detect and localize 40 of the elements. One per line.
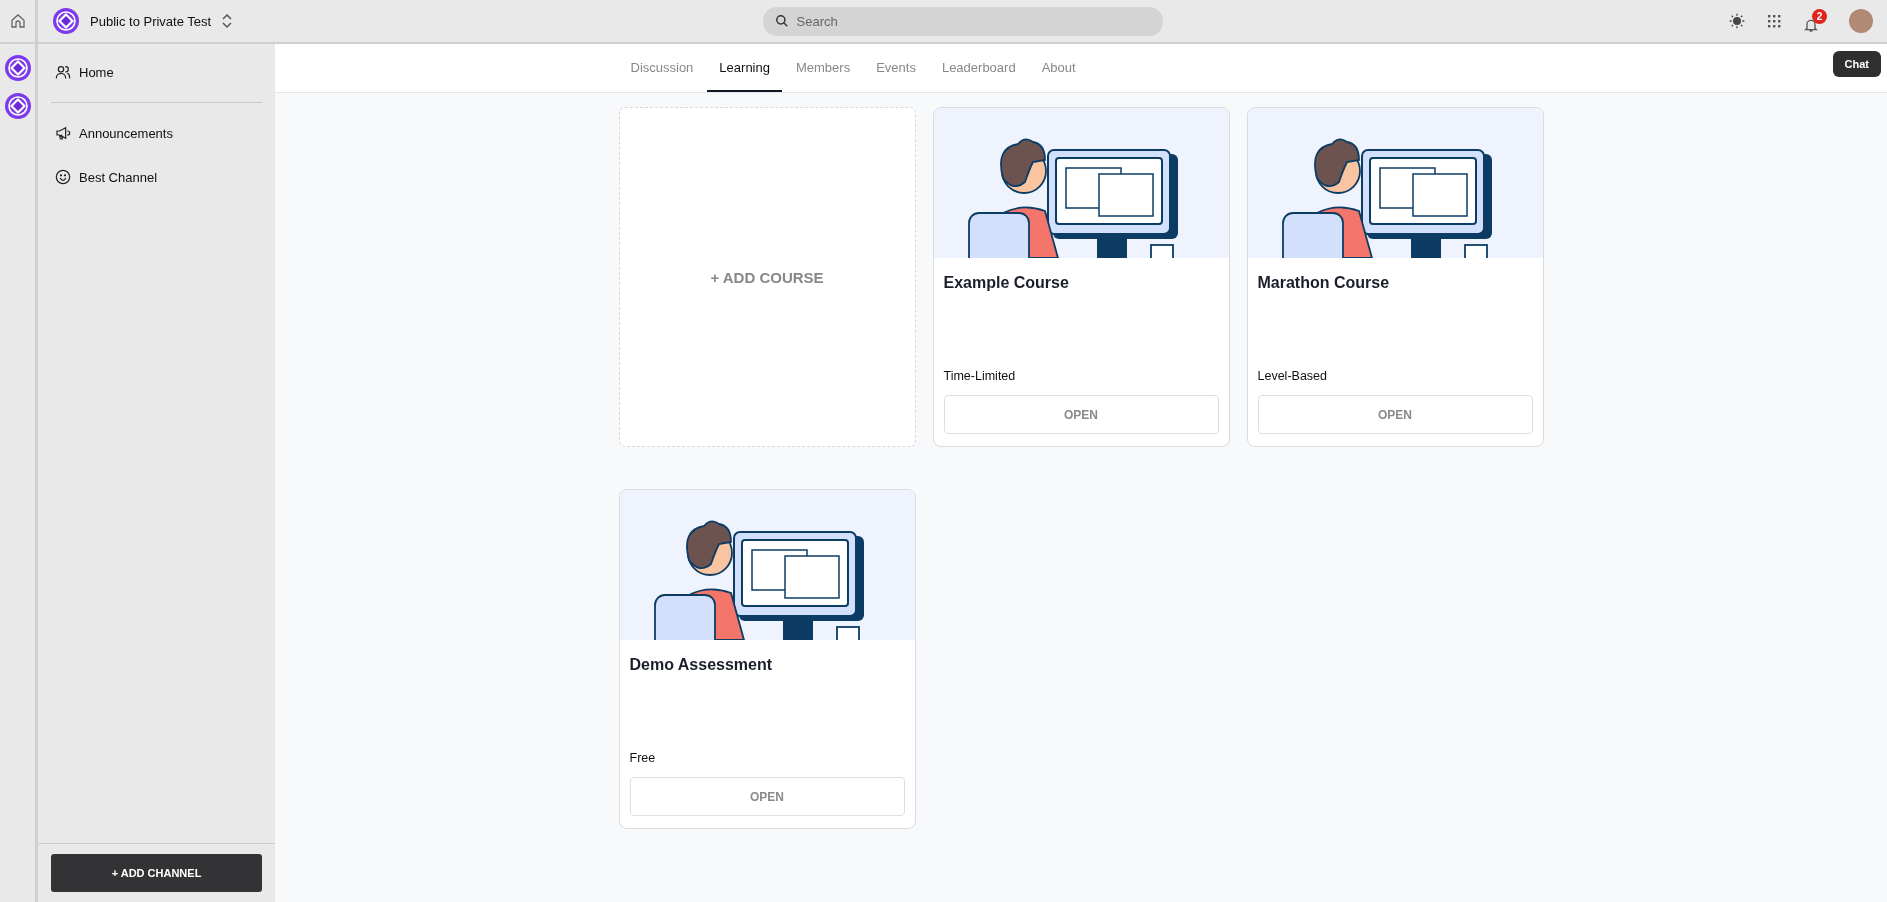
tab[interactable]: Events — [864, 44, 928, 92]
open-button[interactable]: OPEN — [943, 395, 1219, 434]
tab[interactable]: Discussion — [618, 44, 706, 92]
community-switcher[interactable]: Public to Private Test — [38, 7, 763, 35]
sidebar-item[interactable]: Best Channel — [51, 159, 262, 195]
open-button[interactable]: OPEN — [1257, 395, 1533, 434]
sidebar-item[interactable]: Announcements — [51, 115, 262, 151]
tab[interactable]: Leaderboard — [929, 44, 1028, 92]
notifications-button[interactable]: 2 — [1803, 9, 1827, 33]
chat-button[interactable]: Chat — [1832, 51, 1881, 77]
course-type: Free — [628, 751, 657, 765]
sidebar-item[interactable]: Home — [51, 54, 262, 90]
course-title: Demo Assessment — [628, 655, 774, 674]
course-title: Example Course — [942, 273, 1070, 292]
course-title: Marathon Course — [1256, 273, 1391, 292]
user-avatar[interactable] — [1849, 9, 1873, 33]
community-logo-icon[interactable] — [3, 54, 32, 82]
search-icon — [774, 14, 789, 28]
chevron-up-down-icon — [221, 13, 234, 29]
community-logo-icon[interactable] — [3, 92, 32, 120]
community-logo-icon[interactable] — [52, 7, 80, 35]
notification-count: 2 — [1812, 9, 1827, 24]
tab[interactable]: Members — [783, 44, 863, 92]
add-channel-button[interactable]: + ADD CHANNEL — [51, 854, 262, 892]
course-type: Level-Based — [1256, 369, 1328, 383]
sun-icon — [1729, 13, 1745, 29]
tab[interactable]: About — [1029, 44, 1088, 92]
smile-icon — [55, 169, 71, 185]
megaphone-icon — [55, 125, 71, 141]
tab[interactable]: Learning — [707, 44, 782, 92]
add-course-button[interactable]: + ADD COURSE — [618, 107, 916, 447]
grid-dots-icon — [1767, 14, 1781, 28]
home-icon[interactable] — [9, 13, 26, 29]
course-type: Time-Limited — [942, 369, 1017, 383]
people-icon — [55, 64, 71, 80]
search-field[interactable]: Search — [762, 6, 1163, 36]
theme-toggle[interactable] — [1729, 13, 1745, 29]
open-button[interactable]: OPEN — [629, 777, 905, 816]
bell-icon — [1803, 17, 1819, 33]
apps-button[interactable] — [1767, 14, 1781, 28]
